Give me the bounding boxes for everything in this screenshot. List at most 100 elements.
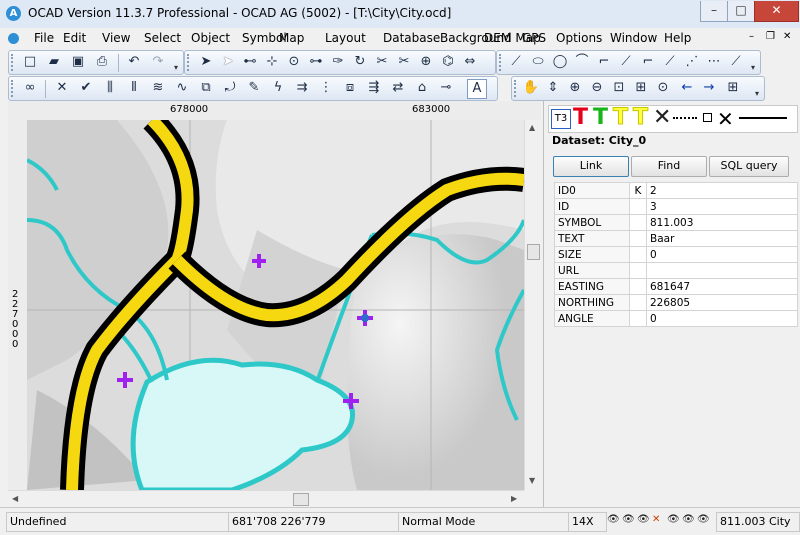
mdi-minimize-icon[interactable]: – bbox=[749, 31, 754, 42]
text-mode-icon[interactable]: ⟋ bbox=[727, 53, 745, 71]
scroll-down-icon[interactable]: ▼ bbox=[529, 476, 535, 485]
freehand-icon[interactable]: ⟋ bbox=[617, 53, 635, 71]
red-text-symbol-icon[interactable]: T bbox=[573, 106, 588, 130]
green-text-symbol-icon[interactable]: T bbox=[593, 106, 608, 130]
document-icon[interactable] bbox=[8, 33, 19, 44]
join-icon[interactable]: ⧉ bbox=[197, 79, 215, 97]
graphics-icon[interactable]: ✎ bbox=[245, 79, 263, 97]
curve-mode-icon[interactable]: ⟋ bbox=[507, 53, 525, 71]
dots-mode-icon[interactable]: ⋰ bbox=[683, 53, 701, 71]
smooth-icon[interactable]: ∿ bbox=[173, 79, 191, 97]
edit-object-icon[interactable]: ➤ bbox=[219, 53, 237, 71]
menu-options[interactable]: Options bbox=[556, 31, 602, 45]
zoom-in-icon[interactable]: ⊕ bbox=[566, 79, 584, 97]
toolbar-grip[interactable] bbox=[499, 54, 504, 71]
cut-object-icon[interactable]: ✑ bbox=[329, 53, 347, 71]
cross-line-symbol-icon[interactable]: ✕ bbox=[653, 106, 671, 130]
field-value[interactable]: 0 bbox=[646, 310, 798, 327]
binoculars-icon[interactable]: ∞ bbox=[21, 79, 39, 97]
toolbar-grip[interactable] bbox=[11, 80, 16, 97]
arrange-icon[interactable]: ⇶ bbox=[365, 79, 383, 97]
text-tool-icon[interactable]: A bbox=[467, 79, 487, 99]
dotted-line-symbol-icon[interactable] bbox=[673, 117, 697, 119]
rotate-icon[interactable]: ↻ bbox=[351, 53, 369, 71]
table-row[interactable]: URL bbox=[554, 262, 798, 279]
table-row[interactable]: ID 3 bbox=[554, 198, 798, 215]
toolbar-grip[interactable] bbox=[11, 54, 16, 71]
hand-tool-icon[interactable]: ✋ bbox=[522, 79, 540, 97]
table-row[interactable]: SYMBOL 811.003 bbox=[554, 214, 798, 231]
field-value[interactable]: 2 bbox=[646, 182, 798, 199]
menu-gps[interactable]: GPS bbox=[522, 31, 546, 45]
move-point-icon[interactable]: ⊶ bbox=[307, 53, 325, 71]
previous-view-icon[interactable]: ← bbox=[678, 79, 696, 97]
menu-select[interactable]: Select bbox=[144, 31, 181, 45]
check-icon[interactable]: ✔ bbox=[77, 79, 95, 97]
fill-mode-icon[interactable]: ⟋ bbox=[661, 53, 679, 71]
field-value[interactable] bbox=[646, 262, 798, 279]
vertical-scrollbar[interactable]: ▲ ▼ bbox=[524, 120, 542, 490]
edit-point-icon[interactable]: ⊷ bbox=[241, 53, 259, 71]
grid-icon[interactable]: ⊞ bbox=[724, 79, 742, 97]
mdi-close-icon[interactable]: ✕ bbox=[783, 31, 791, 42]
cut-area-icon[interactable]: ⊸ bbox=[437, 79, 455, 97]
next-view-icon[interactable]: → bbox=[700, 79, 718, 97]
table-row[interactable]: EASTING 681647 bbox=[554, 278, 798, 295]
map-canvas[interactable] bbox=[27, 120, 524, 490]
solid-line-symbol-icon[interactable] bbox=[739, 117, 787, 119]
lightning-icon[interactable]: ϟ bbox=[269, 79, 287, 97]
zoom-out-icon[interactable]: ⊖ bbox=[588, 79, 606, 97]
scrollbar-thumb[interactable] bbox=[293, 493, 309, 506]
cross-line-symbol-icon[interactable]: ✕ bbox=[717, 108, 734, 130]
menu-edit[interactable]: Edit bbox=[63, 31, 86, 45]
comb-icon[interactable]: ⫴ bbox=[125, 79, 143, 97]
minimize-button[interactable]: – bbox=[700, 1, 728, 22]
eye-icon[interactable]: 👁 bbox=[682, 514, 695, 525]
convert-icon[interactable]: ⇄ bbox=[389, 79, 407, 97]
eye-icon[interactable]: 👁 bbox=[622, 514, 635, 525]
maximize-button[interactable]: □ bbox=[727, 1, 755, 22]
menu-help[interactable]: Help bbox=[664, 31, 691, 45]
dash-mode-icon[interactable]: ⋯ bbox=[705, 53, 723, 71]
eye-icon[interactable]: 👁 bbox=[697, 514, 710, 525]
reverse-icon[interactable]: ⤾ bbox=[221, 79, 239, 97]
mdi-restore-icon[interactable]: ❐ bbox=[766, 31, 775, 42]
print-icon[interactable]: ⎙ bbox=[93, 53, 111, 71]
scrollbar-thumb[interactable] bbox=[527, 244, 540, 260]
symbol-strip[interactable]: T3 T T T T ✕ ✕ bbox=[548, 105, 798, 133]
menu-object[interactable]: Object bbox=[191, 31, 230, 45]
table-row[interactable]: TEXT Baar bbox=[554, 230, 798, 247]
stretch-icon[interactable]: ⇔ bbox=[461, 53, 479, 71]
field-value[interactable]: 681647 bbox=[646, 278, 798, 295]
magnifier-icon[interactable]: ⊙ bbox=[654, 79, 672, 97]
duplicate-icon[interactable]: ⧈ bbox=[341, 79, 359, 97]
sql-query-button[interactable]: SQL query bbox=[709, 156, 789, 177]
table-row[interactable]: SIZE 0 bbox=[554, 246, 798, 263]
close-button[interactable]: ✕ bbox=[754, 1, 799, 22]
add-point-icon[interactable]: ⊹ bbox=[263, 53, 281, 71]
straighten-icon[interactable]: ⌬ bbox=[439, 53, 457, 71]
move-parallel-icon[interactable]: ⇉ bbox=[293, 79, 311, 97]
menu-database[interactable]: Database bbox=[383, 31, 440, 45]
yellow-text-symbol-icon[interactable]: T bbox=[632, 106, 648, 130]
table-row[interactable]: ANGLE 0 bbox=[554, 310, 798, 327]
link-button[interactable]: Link bbox=[553, 156, 629, 177]
table-row[interactable]: ID0 K 2 bbox=[554, 182, 798, 199]
numeric-mode-icon[interactable]: ⌐ bbox=[639, 53, 657, 71]
circle-mode-icon[interactable]: ◯ bbox=[551, 53, 569, 71]
eye-icon[interactable]: 👁 bbox=[637, 514, 650, 525]
merge-icon[interactable]: ✂ bbox=[395, 53, 413, 71]
open-icon[interactable]: ▰ bbox=[45, 53, 63, 71]
toolbar-options-icon[interactable]: ▾ bbox=[755, 89, 763, 99]
straight-line-icon[interactable]: ⌐ bbox=[595, 53, 613, 71]
field-value[interactable]: 0 bbox=[646, 246, 798, 263]
eye-icon[interactable]: 👁 bbox=[607, 514, 620, 525]
delete-icon[interactable]: ✕ bbox=[53, 79, 71, 97]
remove-point-icon[interactable]: ⊙ bbox=[285, 53, 303, 71]
save-icon[interactable]: ▣ bbox=[69, 53, 87, 71]
entire-map-icon[interactable]: ⊞ bbox=[632, 79, 650, 97]
scroll-map-icon[interactable]: ⇕ bbox=[544, 79, 562, 97]
menu-dem[interactable]: DEM bbox=[484, 31, 511, 45]
redo-icon[interactable]: ↷ bbox=[149, 53, 167, 71]
field-value[interactable]: 3 bbox=[646, 198, 798, 215]
